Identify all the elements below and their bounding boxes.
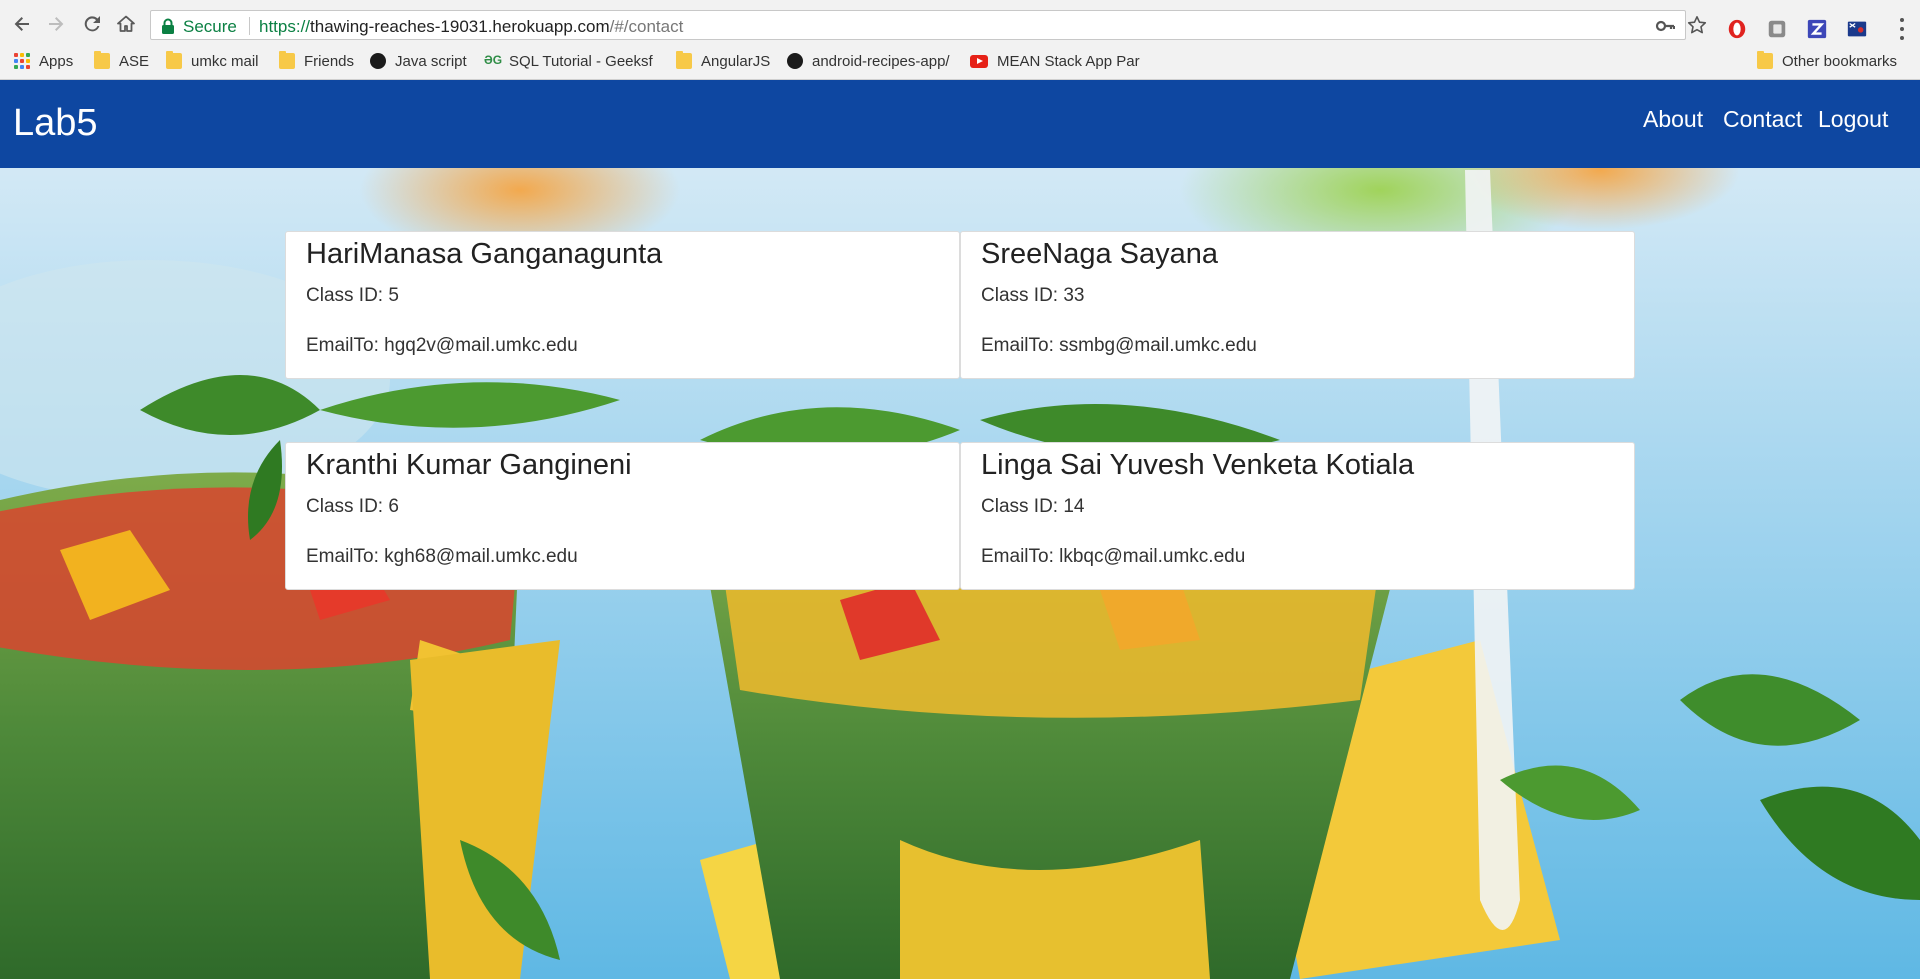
- bookmark-android-recipes[interactable]: android-recipes-app/: [787, 49, 950, 73]
- folder-icon: [279, 51, 295, 69]
- bookmark-label: Apps: [39, 52, 74, 70]
- folder-icon: [166, 51, 182, 69]
- page-viewport: Lab5 About Contact Logout HariManasa Gan…: [0, 80, 1920, 979]
- contact-name: HariManasa Ganganagunta: [306, 238, 663, 270]
- contact-class-id: Class ID: 14: [981, 496, 1085, 517]
- contact-card: SreeNaga Sayana Class ID: 33 EmailTo: ss…: [960, 231, 1635, 379]
- url-text[interactable]: https://thawing-reaches-19031.herokuapp.…: [259, 17, 683, 37]
- bookmark-label: Friends: [304, 52, 355, 70]
- bookmark-umkc-mail[interactable]: umkc mail: [166, 49, 259, 73]
- contact-email[interactable]: EmailTo: ssmbg@mail.umkc.edu: [981, 335, 1257, 357]
- contact-class-id: Class ID: 5: [306, 285, 399, 306]
- bookmark-label: MEAN Stack App Par: [997, 52, 1140, 70]
- key-icon[interactable]: [1655, 16, 1675, 36]
- contact-email[interactable]: EmailTo: hgq2v@mail.umkc.edu: [306, 335, 578, 357]
- contact-class-id: Class ID: 6: [306, 496, 399, 517]
- bookmark-ase[interactable]: ASE: [94, 49, 149, 73]
- contact-class-id: Class ID: 33: [981, 285, 1085, 306]
- opera-extension-icon[interactable]: [1725, 17, 1749, 41]
- contact-card: HariManasa Ganganagunta Class ID: 5 Emai…: [285, 231, 960, 379]
- back-icon[interactable]: [10, 12, 34, 36]
- github-icon: [787, 53, 803, 69]
- star-icon[interactable]: [1687, 15, 1707, 35]
- bookmark-label: umkc mail: [191, 52, 259, 70]
- bookmark-apps[interactable]: Apps: [14, 49, 73, 73]
- address-divider: [249, 17, 250, 35]
- geeksforgeeks-icon: ƏG: [484, 53, 503, 67]
- apps-grid-icon: [14, 53, 30, 69]
- contact-card: Linga Sai Yuvesh Venketa Kotiala Class I…: [960, 442, 1635, 590]
- bookmark-label: Other bookmarks: [1782, 52, 1898, 70]
- youtube-icon: [970, 54, 988, 68]
- nav-link-logout[interactable]: Logout: [1818, 106, 1888, 133]
- forward-icon[interactable]: [44, 12, 68, 36]
- bookmark-mean-stack[interactable]: MEAN Stack App Par: [970, 49, 1140, 73]
- zotero-extension-icon[interactable]: [1805, 17, 1829, 41]
- bookmark-java-script[interactable]: Java script: [370, 49, 467, 73]
- folder-icon: [1757, 51, 1773, 69]
- contact-email[interactable]: EmailTo: kgh68@mail.umkc.edu: [306, 546, 578, 568]
- nav-link-contact[interactable]: Contact: [1723, 106, 1802, 133]
- contact-name: Kranthi Kumar Gangineni: [306, 449, 632, 481]
- url-host: thawing-reaches-19031.herokuapp.com: [310, 17, 610, 36]
- reload-icon[interactable]: [80, 12, 104, 36]
- contact-name: SreeNaga Sayana: [981, 238, 1218, 270]
- home-icon[interactable]: [114, 12, 138, 36]
- square-extension-icon[interactable]: [1765, 17, 1789, 41]
- browser-toolbar: Secure https://thawing-reaches-19031.her…: [0, 6, 1920, 42]
- url-path: /#/contact: [609, 17, 684, 36]
- browser-menu-icon[interactable]: [1898, 18, 1906, 40]
- bookmark-friends[interactable]: Friends: [279, 49, 354, 73]
- address-bar[interactable]: Secure https://thawing-reaches-19031.her…: [150, 10, 1686, 40]
- folder-icon: [676, 51, 692, 69]
- nav-link-about[interactable]: About: [1643, 106, 1703, 133]
- bookmark-label: Java script: [395, 52, 467, 70]
- bookmarks-bar: Apps ASE umkc mail Friends Java script Ə…: [0, 46, 1920, 76]
- bookmark-label: SQL Tutorial - Geeksf: [509, 52, 653, 70]
- flag-extension-icon[interactable]: [1845, 17, 1869, 41]
- url-scheme: https://: [259, 17, 311, 36]
- secure-label: Secure: [183, 17, 237, 36]
- contact-name: Linga Sai Yuvesh Venketa Kotiala: [981, 449, 1415, 481]
- bookmark-label: android-recipes-app/: [812, 52, 950, 70]
- bookmark-label: ASE: [119, 52, 150, 70]
- bookmark-sql-tutorial[interactable]: ƏG SQL Tutorial - Geeksf: [484, 49, 653, 73]
- contact-email[interactable]: EmailTo: lkbqc@mail.umkc.edu: [981, 546, 1245, 568]
- lock-icon: [162, 18, 174, 34]
- bookmark-label: AngularJS: [701, 52, 771, 70]
- bookmark-other[interactable]: Other bookmarks: [1757, 49, 1897, 73]
- folder-icon: [94, 51, 110, 69]
- github-icon: [370, 53, 386, 69]
- contact-card: Kranthi Kumar Gangineni Class ID: 6 Emai…: [285, 442, 960, 590]
- brand-logo[interactable]: Lab5: [13, 102, 98, 145]
- browser-chrome: Secure https://thawing-reaches-19031.her…: [0, 0, 1920, 80]
- top-navbar: Lab5 About Contact Logout: [0, 80, 1920, 168]
- bookmark-angularjs[interactable]: AngularJS: [676, 49, 770, 73]
